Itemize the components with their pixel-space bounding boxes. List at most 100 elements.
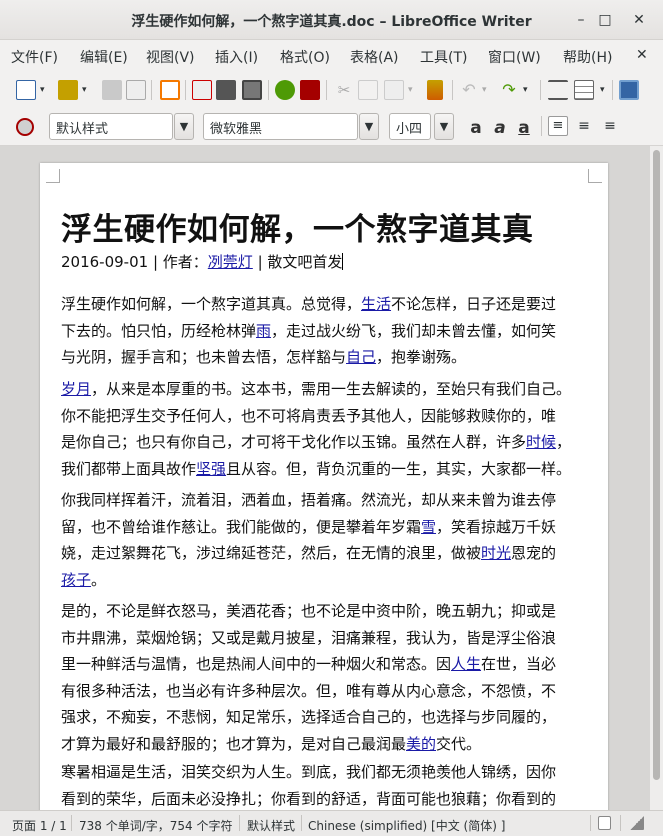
inline-link[interactable]: 时候 xyxy=(526,433,556,451)
inline-link[interactable]: 岁月 xyxy=(61,380,91,398)
open-folder-icon[interactable] xyxy=(58,80,78,100)
undo-icon[interactable]: ↶ xyxy=(459,80,479,100)
paragraph-line: 是的，不论是鲜衣怒马，美酒花香；也不论是中资中阶，晚五朝九；抑或是 xyxy=(61,598,593,625)
document-canvas[interactable]: 浮生硬作如何解，一个熬字道其真 2016-09-01 | 作者：冽莞灯 | 散文… xyxy=(0,146,650,823)
paragraph-line: 岁月，从来是本厚重的书。这本书，需用一生去解读的，至始只有我们自己。 xyxy=(61,376,593,403)
chevron-down-icon[interactable]: ▼ xyxy=(359,113,379,140)
align-left-icon[interactable]: ≡ xyxy=(548,116,568,136)
menu-bar: 文件(F) 编辑(E) 视图(V) 插入(I) 格式(O) 表格(A) 工具(T… xyxy=(0,40,663,72)
status-page[interactable]: 页面 1 / 1 xyxy=(12,817,67,834)
inline-link[interactable]: 坚强 xyxy=(196,460,226,478)
copy-icon[interactable] xyxy=(358,80,378,100)
menu-window[interactable]: 窗口(W) xyxy=(488,47,541,67)
email-icon[interactable] xyxy=(126,80,146,100)
new-document-icon[interactable] xyxy=(16,80,36,100)
cut-icon[interactable]: ✂ xyxy=(334,80,354,100)
menu-help[interactable]: 帮助(H) xyxy=(563,47,612,67)
paragraph-line: 是你自己；也只有你自己，才可将干戈化作以玉锦。虽然在人群，许多时候， xyxy=(61,429,593,456)
formatting-marks-icon[interactable] xyxy=(548,80,568,100)
align-right-icon[interactable]: ≡ xyxy=(600,116,620,136)
print-preview-icon[interactable] xyxy=(242,80,262,100)
document-page[interactable]: 浮生硬作如何解，一个熬字道其真 2016-09-01 | 作者：冽莞灯 | 散文… xyxy=(40,163,608,823)
body-text: ，走过战火纷飞，我们却未曾去懂，如何笑 xyxy=(271,321,557,340)
bold-icon[interactable]: a xyxy=(466,118,486,138)
edit-mode-icon[interactable] xyxy=(160,80,180,100)
status-language[interactable]: Chinese (simplified) [中文 (简体) ] xyxy=(308,817,505,834)
menu-tools[interactable]: 工具(T) xyxy=(420,47,467,67)
paragraph-line: 你不能把浮生交予任何人，也不可将肩责丢予其他人，因能够救赎你的，唯 xyxy=(61,403,593,430)
redo-icon[interactable]: ↷ xyxy=(499,80,519,100)
toolbar-separator xyxy=(185,80,186,100)
inline-link[interactable]: 美的 xyxy=(406,735,436,753)
underline-icon[interactable]: a xyxy=(514,118,534,138)
paragraph-line: 与光阴，握手言和；也未曾去悟，怎样豁与自己，抱拳谢殇。 xyxy=(61,344,593,371)
inline-link[interactable]: 人生 xyxy=(451,655,481,673)
insert-table-icon[interactable] xyxy=(574,80,594,100)
chevron-down-icon[interactable]: ▼ xyxy=(174,113,194,140)
paragraph-line: 我们都带上面具故作坚强且从容。但，背负沉重的一生，其实，大家都一样。 xyxy=(61,456,593,483)
chevron-down-icon[interactable]: ▼ xyxy=(434,113,454,140)
paragraph-line: 才算为最好和最舒服的；也才算为，是对自己最润最美的交代。 xyxy=(61,731,593,758)
body-text: 且从容。但，背负沉重的一生，其实，大家都一样。 xyxy=(226,459,572,478)
close-document-button[interactable]: ✕ xyxy=(636,47,648,63)
inline-link[interactable]: 雨 xyxy=(256,322,271,340)
body-text: ，笑看掠越万千妖 xyxy=(436,517,557,536)
inline-link[interactable]: 自己 xyxy=(346,348,376,366)
document-modified-icon xyxy=(598,816,611,830)
menu-view[interactable]: 视图(V) xyxy=(146,47,195,67)
styles-icon[interactable] xyxy=(16,118,34,136)
menu-insert[interactable]: 插入(I) xyxy=(215,47,258,67)
inline-link[interactable]: 生活 xyxy=(361,295,391,313)
clone-formatting-icon[interactable] xyxy=(427,80,443,100)
scrollbar-thumb[interactable] xyxy=(653,150,660,780)
paragraph-line: 留，也不曾给谁作慈让。我们能做的，便是攀着年岁霜雪，笑看掠越万千妖 xyxy=(61,514,593,541)
body-text: 里一种鲜活与温情，也是热闹人间中的一种烟火和常态。因 xyxy=(61,655,452,673)
status-page-style[interactable]: 默认样式 xyxy=(247,817,295,834)
paste-icon[interactable] xyxy=(384,80,404,100)
font-name-select[interactable]: 微软雅黑 xyxy=(203,113,358,140)
save-icon[interactable] xyxy=(102,80,122,100)
paragraph-line: 强求，不痴妄，不悲悯，知足常乐，选择适合自己的，也选择与步同履的， xyxy=(61,704,593,731)
font-size-select[interactable]: 小四 xyxy=(389,113,431,140)
toolbar-separator xyxy=(612,80,613,100)
resize-grip-icon[interactable] xyxy=(630,816,644,830)
chevron-down-icon[interactable]: ▾ xyxy=(482,86,490,95)
inline-link[interactable]: 时光 xyxy=(481,544,511,562)
inline-link[interactable]: 雪 xyxy=(421,518,436,536)
maximize-button[interactable]: □ xyxy=(595,10,615,30)
paragraph-style-select[interactable]: 默认样式 xyxy=(49,113,173,140)
chevron-down-icon[interactable]: ▾ xyxy=(82,86,90,95)
toolbar-separator xyxy=(151,80,152,100)
close-window-button[interactable]: ✕ xyxy=(629,10,649,30)
spellcheck-icon[interactable] xyxy=(275,80,295,100)
align-center-icon[interactable]: ≡ xyxy=(574,116,594,136)
body-text: ，抱拳谢殇。 xyxy=(376,348,467,366)
export-pdf-icon[interactable] xyxy=(192,80,212,100)
italic-icon[interactable]: a xyxy=(490,118,510,138)
body-text: 寒暑相逼是生活，泪笑交织为人生。到底，我们都无须艳羡他人锦绣，因你 xyxy=(61,763,557,781)
menu-edit[interactable]: 编辑(E) xyxy=(80,47,128,67)
autospellcheck-icon[interactable] xyxy=(300,80,320,100)
author-link[interactable]: 冽莞灯 xyxy=(208,253,253,271)
body-text: 下去的。怕只怕，历经枪林弹 xyxy=(61,321,257,340)
navigator-icon[interactable] xyxy=(619,80,639,100)
title-bar: 浮生硬作如何解，一个熬字道其真.doc – LibreOffice Writer… xyxy=(0,0,663,40)
toolbar-separator xyxy=(540,80,541,100)
minimize-button[interactable]: – xyxy=(571,10,591,30)
chevron-down-icon[interactable]: ▾ xyxy=(408,86,416,95)
menu-table[interactable]: 表格(A) xyxy=(350,47,399,67)
paragraph: 浮生硬作如何解，一个熬字道其真。总觉得，生活不论怎样，日子还是要过 下去的。怕只怕… xyxy=(61,291,593,371)
chevron-down-icon[interactable]: ▾ xyxy=(523,86,531,95)
chevron-down-icon[interactable]: ▾ xyxy=(600,86,608,95)
status-word-count[interactable]: 738 个单词/字，754 个字符 xyxy=(79,817,232,834)
body-text: 你我同样挥着汗，流着泪，洒着血，捂着痛。然流光，却从来未曾为谁去停 xyxy=(61,491,557,509)
paragraph-line: 下去的。怕只怕，历经枪林弹雨，走过战火纷飞，我们却未曾去懂，如何笑 xyxy=(61,318,593,345)
body-text: 才算为最好和最舒服的；也才算为，是对自己最润最 xyxy=(61,734,407,753)
menu-file[interactable]: 文件(F) xyxy=(11,47,58,67)
menu-format[interactable]: 格式(O) xyxy=(280,47,330,67)
chevron-down-icon[interactable]: ▾ xyxy=(40,86,48,95)
inline-link[interactable]: 孩子 xyxy=(61,571,91,589)
toolbar-separator xyxy=(452,80,453,100)
vertical-scrollbar[interactable] xyxy=(650,146,663,810)
print-icon[interactable] xyxy=(216,80,236,100)
